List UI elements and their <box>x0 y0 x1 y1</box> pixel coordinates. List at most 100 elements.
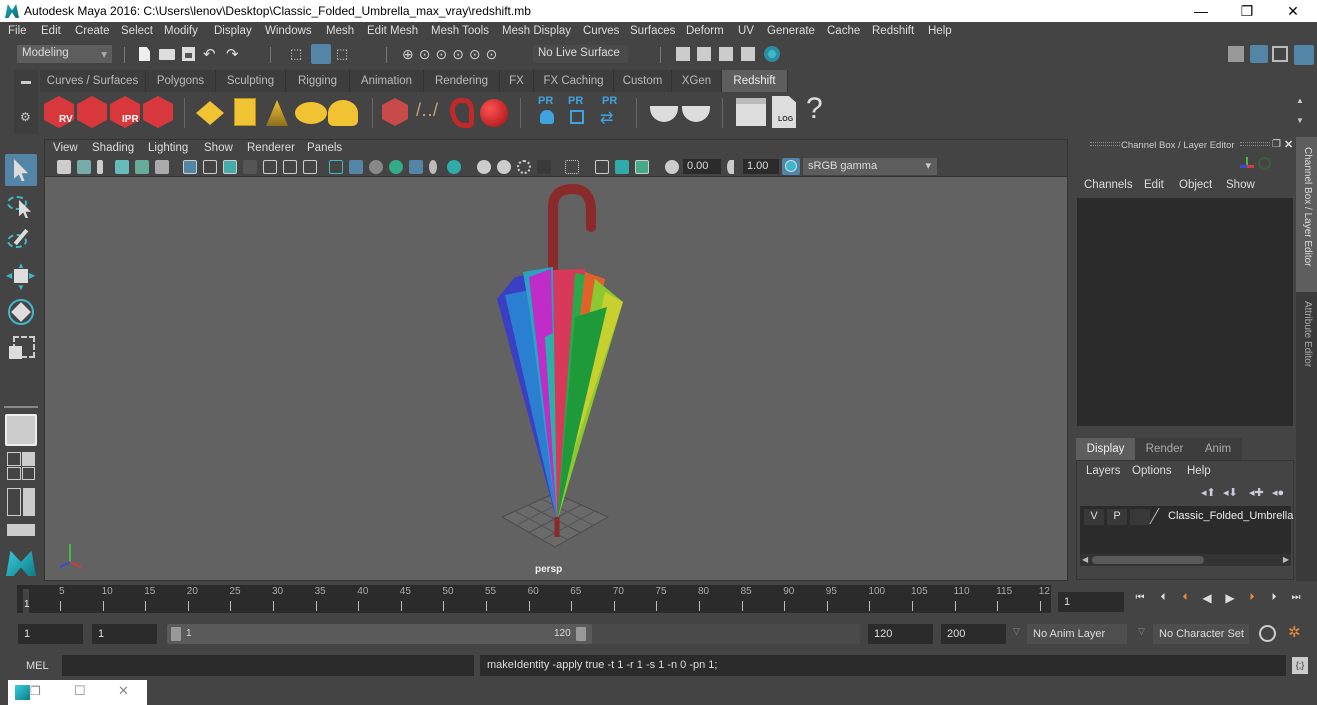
tab-animation[interactable]: Animation <box>350 70 424 92</box>
render-view-icon[interactable] <box>676 47 690 61</box>
scrollbar-thumb[interactable] <box>1092 556 1204 564</box>
rotate-manip-icon[interactable] <box>1258 157 1271 170</box>
redshift-settings-icon[interactable] <box>143 96 173 128</box>
outliner-layout-icon[interactable] <box>7 524 35 536</box>
isolate-select-icon[interactable] <box>565 160 579 174</box>
minimized-window[interactable]: ❐ ☐ ✕ <box>8 680 147 705</box>
bookmark-icon[interactable] <box>97 160 103 174</box>
auto-key-icon[interactable] <box>1259 625 1276 642</box>
animation-end-field[interactable]: 200 <box>941 624 1006 644</box>
menu-modify[interactable]: Modify <box>164 25 198 37</box>
tab-fx-caching[interactable]: FX Caching <box>534 70 614 92</box>
bake-set-icon[interactable] <box>650 106 678 122</box>
anti-aliasing-icon[interactable] <box>517 160 531 174</box>
menu-mesh-display[interactable]: Mesh Display <box>502 25 571 37</box>
new-layer-selected-icon[interactable]: ◂● <box>1272 486 1284 499</box>
shelf-menu-icon[interactable] <box>21 81 31 84</box>
menu-surfaces[interactable]: Surfaces <box>630 25 675 37</box>
menu-options[interactable]: Options <box>1132 465 1172 477</box>
proxy-swap-icon[interactable]: ⇄ <box>600 108 613 128</box>
layer-display-type-toggle[interactable] <box>1130 509 1150 525</box>
vp-menu-renderer[interactable]: Renderer <box>247 142 295 154</box>
script-language-toggle[interactable]: MEL <box>26 660 49 672</box>
exposure-field[interactable]: 0.00 <box>683 159 721 174</box>
save-scene-icon[interactable] <box>182 47 195 61</box>
motion-blur-icon[interactable] <box>497 160 511 174</box>
side-tab-channel-box[interactable]: Channel Box / Layer Editor <box>1296 137 1317 292</box>
step-back-key-icon[interactable]: ⏴ <box>1178 591 1192 605</box>
tab-redshift[interactable]: Redshift <box>722 70 788 92</box>
menu-edit[interactable]: Edit <box>1144 179 1164 191</box>
grease-pencil-icon[interactable] <box>155 160 169 174</box>
drag-handle[interactable] <box>1240 142 1270 146</box>
gate-mask-icon[interactable] <box>243 160 257 174</box>
xray-icon[interactable] <box>389 160 403 174</box>
gamma-field[interactable]: 1.00 <box>743 159 779 174</box>
volume-icon[interactable] <box>382 98 408 126</box>
new-scene-icon[interactable] <box>139 47 150 61</box>
animation-preferences-icon[interactable]: ✲ <box>1288 623 1301 641</box>
proxy-export-icon[interactable] <box>540 110 554 124</box>
wireframe-icon[interactable] <box>329 160 343 174</box>
range-slider-track[interactable] <box>592 624 860 644</box>
snap-icons[interactable]: ⊕⊙⊙⊙⊙⊙ <box>402 46 502 63</box>
select-component-icon[interactable]: ⬚ <box>336 46 352 62</box>
select-tool-icon[interactable] <box>5 154 37 186</box>
step-back-frame-icon[interactable]: ⏴ <box>1156 591 1170 605</box>
channel-list[interactable] <box>1077 198 1293 426</box>
tab-xgen[interactable]: XGen <box>672 70 722 92</box>
help-icon[interactable]: ? <box>806 92 823 126</box>
menu-display[interactable]: Display <box>214 25 252 37</box>
menu-uv[interactable]: UV <box>738 25 754 37</box>
restore-icon[interactable]: ❐ <box>30 684 41 698</box>
field-chart-icon[interactable] <box>263 160 277 174</box>
side-tab-attribute-editor[interactable]: Attribute Editor <box>1296 295 1317 385</box>
area-light-icon[interactable] <box>196 101 224 125</box>
portal-light-icon[interactable] <box>234 98 256 126</box>
vp-menu-lighting[interactable]: Lighting <box>148 142 188 154</box>
redshift-batch-render-icon[interactable] <box>77 96 107 128</box>
drag-handle[interactable] <box>1090 142 1120 146</box>
wireframe-on-shaded-icon[interactable] <box>369 160 383 174</box>
tab-render[interactable]: Render <box>1135 438 1194 460</box>
spot-light-icon[interactable] <box>266 100 288 126</box>
shelf-settings-gear-icon[interactable]: ⚙ <box>20 110 31 124</box>
ipr-render-icon[interactable] <box>719 47 733 61</box>
menu-channels[interactable]: Channels <box>1084 179 1133 191</box>
menu-curves[interactable]: Curves <box>583 25 619 37</box>
vp-menu-shading[interactable]: Shading <box>92 142 134 154</box>
step-forward-key-icon[interactable]: ⏵ <box>1245 591 1259 605</box>
mode-selector[interactable]: Modeling ▾ <box>17 45 112 63</box>
range-slider[interactable]: 1 120 <box>167 624 592 644</box>
xray-active-icon[interactable] <box>615 160 629 174</box>
lasso-tool-icon[interactable] <box>5 190 37 222</box>
tab-fx[interactable]: FX <box>500 70 534 92</box>
vp-menu-show[interactable]: Show <box>204 142 233 154</box>
four-view-layout-icon[interactable] <box>7 452 35 480</box>
image-plane-icon[interactable] <box>115 160 129 174</box>
menu-show[interactable]: Show <box>1226 179 1255 191</box>
playback-end-field[interactable]: 120 <box>868 624 933 644</box>
grid-toggle-icon[interactable] <box>183 160 197 174</box>
menu-select[interactable]: Select <box>121 25 153 37</box>
minimize-button[interactable]: — <box>1178 0 1224 22</box>
select-hierarchy-icon[interactable]: ⬚ <box>290 46 306 62</box>
anim-layer-dropdown[interactable]: No Anim Layer <box>1027 624 1127 644</box>
menu-edit[interactable]: Edit <box>41 25 61 37</box>
tab-rendering[interactable]: Rendering <box>424 70 500 92</box>
command-input[interactable] <box>62 655 474 676</box>
menu-windows[interactable]: Windows <box>265 25 312 37</box>
menu-help[interactable]: Help <box>928 25 952 37</box>
play-backwards-icon[interactable]: ◀ <box>1200 591 1214 605</box>
restore-button[interactable]: ❐ <box>1224 0 1270 22</box>
character-set-dropdown[interactable]: No Character Set <box>1153 624 1249 644</box>
live-surface-field[interactable]: No Live Surface <box>533 45 628 63</box>
move-layer-up-icon[interactable]: ◂⬆ <box>1201 486 1216 499</box>
sun-sky-icon[interactable] <box>328 100 358 126</box>
single-perspective-layout-icon[interactable] <box>5 414 37 446</box>
color-space-dropdown[interactable]: sRGB gamma ▾ <box>803 158 937 175</box>
tool-settings-icon[interactable] <box>1272 46 1288 62</box>
two-view-layout-icon[interactable] <box>7 488 35 516</box>
hair-icon[interactable]: /‥/ <box>416 100 438 121</box>
tab-polygons[interactable]: Polygons <box>146 70 216 92</box>
